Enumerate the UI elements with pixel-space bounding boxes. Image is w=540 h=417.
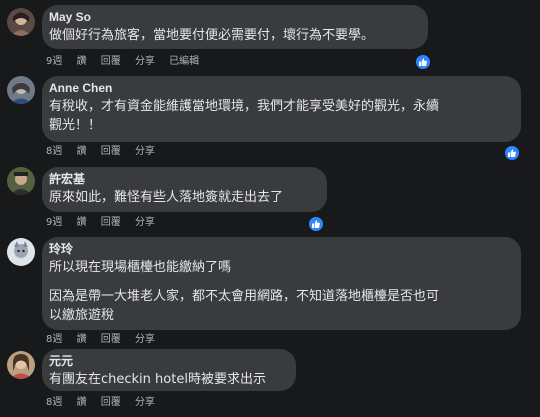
share-button[interactable]: 分享 bbox=[135, 396, 155, 410]
comment-bubble: Anne Chen 有稅收，才有資金能維護當地環境，我們才能享受美好的觀光，永續… bbox=[42, 76, 521, 142]
like-thumb-icon bbox=[419, 58, 427, 66]
timestamp[interactable]: 9週 bbox=[46, 216, 62, 230]
avatar[interactable] bbox=[7, 76, 35, 104]
like-button[interactable]: 讚 bbox=[77, 216, 87, 230]
comment-text: 有稅收，才有資金能維護當地環境，我們才能享受美好的觀光，永續 觀光！！ bbox=[49, 99, 440, 133]
like-reaction-badge[interactable] bbox=[414, 53, 432, 71]
timestamp[interactable]: 9週 bbox=[46, 55, 62, 69]
comment-text: 原來如此，難怪有些人落地簽就走出去了 bbox=[49, 190, 284, 205]
comment-actions: 8週 讚 回覆 分享 bbox=[46, 396, 166, 410]
avatar[interactable] bbox=[7, 238, 35, 266]
comment-text: 做個好行為旅客，當地要付便必需要付，壞行為不要學。 bbox=[49, 28, 375, 43]
timestamp[interactable]: 8週 bbox=[46, 396, 62, 410]
like-thumb-icon bbox=[312, 220, 320, 228]
reply-button[interactable]: 回覆 bbox=[101, 396, 121, 410]
reply-button[interactable]: 回覆 bbox=[101, 55, 121, 69]
comment-bubble: 元元 有團友在checkin hotel時被要求出示 bbox=[42, 349, 296, 391]
like-button[interactable]: 讚 bbox=[77, 55, 87, 69]
reply-button[interactable]: 回覆 bbox=[101, 333, 121, 347]
share-button[interactable]: 分享 bbox=[135, 333, 155, 347]
author-name[interactable]: 元元 bbox=[49, 354, 284, 369]
comment-actions: 9週 讚 回覆 分享 已編輯 bbox=[46, 55, 210, 69]
like-button[interactable]: 讚 bbox=[77, 145, 87, 159]
share-button[interactable]: 分享 bbox=[135, 216, 155, 230]
comment-bubble: May So 做個好行為旅客，當地要付便必需要付，壞行為不要學。 bbox=[42, 5, 428, 49]
like-reaction-badge[interactable] bbox=[307, 215, 325, 233]
avatar[interactable] bbox=[7, 8, 35, 36]
reply-button[interactable]: 回覆 bbox=[101, 145, 121, 159]
author-name[interactable]: 許宏基 bbox=[49, 172, 315, 187]
timestamp[interactable]: 8週 bbox=[46, 333, 62, 347]
like-button[interactable]: 讚 bbox=[77, 396, 87, 410]
like-thumb-icon bbox=[508, 149, 516, 157]
edited-label[interactable]: 已編輯 bbox=[169, 55, 199, 69]
avatar[interactable] bbox=[7, 167, 35, 195]
share-button[interactable]: 分享 bbox=[135, 145, 155, 159]
timestamp[interactable]: 8週 bbox=[46, 145, 62, 159]
reply-button[interactable]: 回覆 bbox=[101, 216, 121, 230]
comment-bubble: 許宏基 原來如此，難怪有些人落地簽就走出去了 bbox=[42, 167, 327, 212]
comment-bubble: 玲玲 所以現在現場櫃檯也能繳納了嗎 因為是帶一大堆老人家，都不太會用網路，不知道… bbox=[42, 237, 521, 330]
like-button[interactable]: 讚 bbox=[77, 333, 87, 347]
comment-actions: 8週 讚 回覆 分享 bbox=[46, 145, 166, 159]
comment-actions: 9週 讚 回覆 分享 bbox=[46, 216, 166, 230]
comment-text: 所以現在現場櫃檯也能繳納了嗎 因為是帶一大堆老人家，都不太會用網路，不知道落地櫃… bbox=[49, 260, 440, 323]
author-name[interactable]: Anne Chen bbox=[49, 81, 509, 96]
like-reaction-badge[interactable] bbox=[503, 144, 521, 162]
comment-actions: 8週 讚 回覆 分享 bbox=[46, 333, 166, 347]
avatar[interactable] bbox=[7, 351, 35, 379]
author-name[interactable]: 玲玲 bbox=[49, 242, 509, 257]
author-name[interactable]: May So bbox=[49, 10, 416, 25]
share-button[interactable]: 分享 bbox=[135, 55, 155, 69]
comment-text: 有團友在checkin hotel時被要求出示 bbox=[49, 372, 266, 387]
